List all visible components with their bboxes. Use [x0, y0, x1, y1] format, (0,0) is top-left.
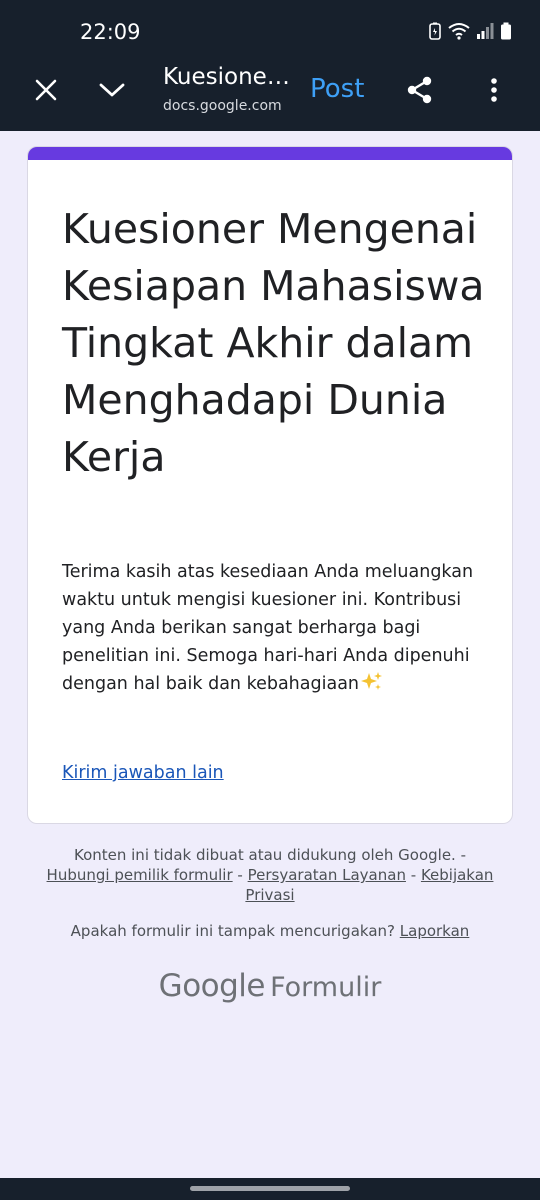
more-options-button[interactable] — [474, 70, 514, 114]
disclaimer-text: Konten ini tidak dibuat atau didukung ol… — [73, 846, 467, 864]
submit-another-response-link[interactable]: Kirim jawaban lain — [62, 763, 224, 783]
form-title: Kuesioner Mengenai Kesiapan Mahasiswa Ti… — [62, 205, 485, 481]
form-accent-bar — [28, 147, 512, 160]
status-icons — [428, 22, 512, 40]
google-forms-logo[interactable]: Google Formulir — [0, 968, 540, 1004]
more-vert-icon — [490, 77, 498, 108]
chevron-down-icon — [98, 80, 126, 105]
sparkles-icon — [359, 671, 383, 700]
share-button[interactable] — [398, 70, 442, 114]
status-time: 22:09 — [80, 20, 141, 44]
close-button[interactable] — [24, 70, 68, 114]
system-nav-bar — [0, 1178, 540, 1200]
top-bar: 22:09 Kuesioner docs.google.com Post — [0, 0, 540, 131]
report-link[interactable]: Laporkan — [400, 922, 470, 940]
page-title[interactable]: Kuesioner Mengenai Kesiapan Mahasiswa Ti… — [163, 64, 298, 90]
footer-report: Apakah formulir ini tampak mencurigakan?… — [20, 921, 520, 941]
form-description: Terima kasih atas kesediaan Anda meluang… — [62, 558, 492, 700]
brand-product: Formulir — [270, 972, 382, 1003]
form-card: Kuesioner Mengenai Kesiapan Mahasiswa Ti… — [27, 146, 513, 824]
wifi-icon — [448, 22, 470, 40]
contact-owner-link[interactable]: Hubungi pemilik formulir — [47, 866, 233, 884]
share-icon — [406, 75, 434, 110]
suspicious-question: Apakah formulir ini tampak mencurigakan? — [70, 922, 395, 940]
page-url[interactable]: docs.google.com — [163, 98, 282, 114]
footer-disclaimer: Konten ini tidak dibuat atau didukung ol… — [30, 845, 510, 905]
collapse-button[interactable] — [90, 70, 134, 114]
battery-icon — [500, 22, 512, 40]
signal-icon — [476, 22, 494, 40]
terms-of-service-link[interactable]: Persyaratan Layanan — [248, 866, 406, 884]
close-icon — [34, 78, 58, 107]
footer-separator: - — [237, 866, 243, 884]
home-handle[interactable] — [190, 1186, 350, 1191]
form-description-text: Terima kasih atas kesediaan Anda meluang… — [62, 562, 474, 694]
brand-google: Google — [158, 968, 266, 1004]
battery-saver-icon — [428, 22, 442, 40]
post-button[interactable]: Post — [310, 74, 364, 104]
footer-separator: - — [410, 866, 417, 884]
